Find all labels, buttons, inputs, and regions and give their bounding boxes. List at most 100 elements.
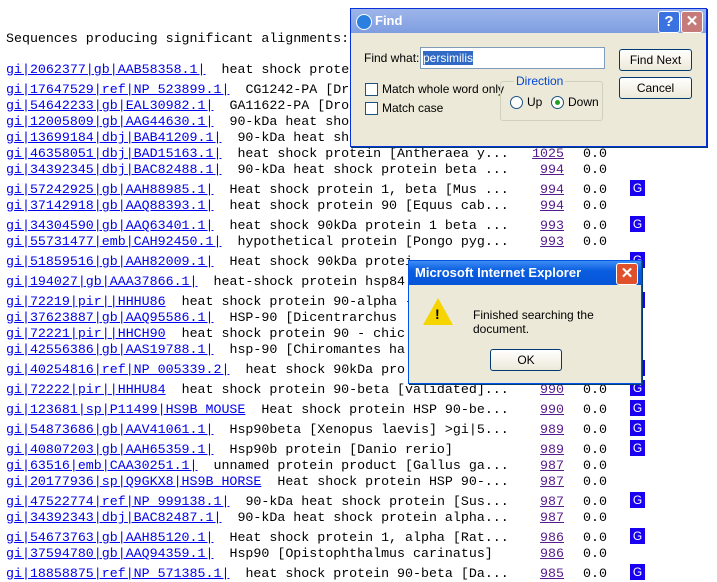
sequence-description: Heat shock 90kDa protei (229, 254, 413, 269)
help-button[interactable]: ? (658, 11, 680, 33)
find-title-bar[interactable]: Find ? ✕ (351, 9, 706, 33)
sequence-id-link[interactable]: gi|51859516|gb|AAH82009.1| (6, 254, 213, 269)
score-link[interactable]: 987 (506, 458, 564, 474)
sequence-id-link[interactable]: gi|18858875|ref|NP_571385.1| (6, 566, 229, 581)
sequence-id-link[interactable]: gi|2062377|gb|AAB58358.1| (6, 62, 206, 77)
table-row: gi|54873686|gb|AAV41061.1| Hsp90beta [Xen… (6, 420, 706, 438)
table-row: gi|34304590|gb|AAQ63401.1| heat shock 90k… (6, 216, 706, 234)
sequence-id-link[interactable]: gi|13699184|dbj|BAB41209.1| (6, 130, 221, 145)
sequence-id-link[interactable]: gi|72221|pir||HHCH90 (6, 326, 166, 341)
sequence-description: Hsp90b protein [Danio rerio] (229, 442, 453, 457)
sequence-id-link[interactable]: gi|34304590|gb|AAQ63401.1| (6, 218, 213, 233)
score-link[interactable]: 994 (506, 198, 564, 214)
score-link[interactable]: 1025 (506, 146, 564, 162)
sequence-id-link[interactable]: gi|17647529|ref|NP_523899.1| (6, 82, 229, 97)
up-label[interactable]: Up (527, 95, 542, 109)
sequence-id-link[interactable]: gi|72222|pir||HHHU84 (6, 382, 166, 397)
find-what-label: Find what: (364, 51, 420, 65)
find-dialog: Find ? ✕ Find what: persimilis Match who… (350, 8, 707, 147)
find-next-button[interactable]: Find Next (619, 49, 692, 71)
score-link[interactable]: 989 (506, 422, 564, 438)
score-link[interactable]: 989 (506, 442, 564, 458)
sequence-id-link[interactable]: gi|40807203|gb|AAH65359.1| (6, 442, 213, 457)
sequence-id-link[interactable]: gi|37623887|gb|AAQ95586.1| (6, 310, 213, 325)
gene-link-icon[interactable]: G (630, 180, 645, 196)
gene-link-icon[interactable]: G (630, 420, 645, 436)
down-label[interactable]: Down (568, 95, 599, 109)
sequence-id-link[interactable]: gi|40254816|ref|NP_005339.2| (6, 362, 229, 377)
score-link[interactable]: 993 (506, 234, 564, 250)
sequence-id-link[interactable]: gi|20177936|sp|Q9GKX8|HS9B_HORSE (6, 474, 261, 489)
e-value: 0.0 (583, 422, 607, 437)
gene-link-icon[interactable]: G (630, 216, 645, 232)
find-what-value: persimilis (423, 51, 474, 65)
sequence-description: 90-kDa heat shock protein alpha... (237, 510, 509, 525)
e-value: 0.0 (583, 402, 607, 417)
e-value: 0.0 (583, 458, 607, 473)
match-case-checkbox[interactable] (365, 102, 378, 115)
e-value: 0.0 (583, 442, 607, 457)
sequence-id-link[interactable]: gi|46358051|dbj|BAD15163.1| (6, 146, 221, 161)
gene-link-icon[interactable]: G (630, 528, 645, 544)
e-value: 0.0 (583, 162, 607, 177)
score-link[interactable]: 987 (506, 510, 564, 526)
sequence-description: heat shock protein [Antheraea y... (237, 146, 509, 161)
ok-button[interactable]: OK (490, 349, 562, 371)
score-link[interactable]: 994 (506, 162, 564, 178)
score-link[interactable]: 987 (506, 474, 564, 490)
sequence-id-link[interactable]: gi|34392343|dbj|BAC82487.1| (6, 510, 221, 525)
match-case-label[interactable]: Match case (382, 101, 443, 115)
match-whole-word-label[interactable]: Match whole word only (382, 82, 504, 96)
score-link[interactable]: 985 (506, 566, 564, 582)
sequence-description: heat shock protein 90-alpha - (181, 294, 413, 309)
sequence-id-link[interactable]: gi|37142918|gb|AAQ88393.1| (6, 198, 213, 213)
sequence-id-link[interactable]: gi|63516|emb|CAA30251.1| (6, 458, 198, 473)
sequence-id-link[interactable]: gi|72219|pir||HHHU86 (6, 294, 166, 309)
sequence-id-link[interactable]: gi|34392345|dbj|BAC82488.1| (6, 162, 221, 177)
score-link[interactable]: 986 (506, 530, 564, 546)
gene-link-icon[interactable]: G (630, 400, 645, 416)
e-value: 0.0 (583, 474, 607, 489)
sequence-description: 90-kDa heat sho (229, 114, 350, 129)
score-link[interactable]: 987 (506, 494, 564, 510)
score-link[interactable]: 990 (506, 382, 564, 398)
sequence-id-link[interactable]: gi|12005809|gb|AAG44630.1| (6, 114, 213, 129)
sequence-description: GA11622-PA [Dro (229, 98, 350, 113)
table-row: gi|123681|sp|P11499|HS9B_MOUSE Heat shock… (6, 400, 706, 418)
sequence-description: Heat shock protein HSP 90-be... (261, 402, 509, 417)
score-link[interactable]: 994 (506, 182, 564, 198)
sequence-id-link[interactable]: gi|55731477|emb|CAH92450.1| (6, 234, 221, 249)
up-radio[interactable] (510, 96, 523, 109)
sequence-id-link[interactable]: gi|47522774|ref|NP_999138.1| (6, 494, 229, 509)
sequence-id-link[interactable]: gi|57242925|gb|AAH88985.1| (6, 182, 213, 197)
score-link[interactable]: 986 (506, 546, 564, 562)
down-radio[interactable] (551, 96, 564, 109)
sequence-description: heat shock protein 90 [Equus cab... (229, 198, 509, 213)
alert-title-bar[interactable]: Microsoft Internet Explorer ✕ (409, 261, 641, 285)
find-what-input[interactable]: persimilis (420, 47, 605, 69)
table-row: gi|34392345|dbj|BAC82488.1| 90-kDa heat s… (6, 162, 706, 178)
table-row: gi|46358051|dbj|BAD15163.1| heat shock pr… (6, 146, 706, 162)
table-row: gi|34392343|dbj|BAC82487.1| 90-kDa heat s… (6, 510, 706, 526)
sequence-description: heat shock protein 90 - chic (181, 326, 406, 341)
sequence-id-link[interactable]: gi|194027|gb|AAA37866.1| (6, 274, 198, 289)
match-whole-word-checkbox[interactable] (365, 83, 378, 96)
sequence-id-link[interactable]: gi|42556386|gb|AAS19788.1| (6, 342, 213, 357)
score-link[interactable]: 993 (506, 218, 564, 234)
score-link[interactable]: 990 (506, 402, 564, 418)
gene-link-icon[interactable]: G (630, 492, 645, 508)
sequence-id-link[interactable]: gi|54642233|gb|EAL30982.1| (6, 98, 213, 113)
close-button[interactable]: ✕ (681, 11, 703, 33)
e-value: 0.0 (583, 198, 607, 213)
alert-close-button[interactable]: ✕ (616, 263, 638, 285)
cancel-button[interactable]: Cancel (619, 77, 692, 99)
sequence-id-link[interactable]: gi|123681|sp|P11499|HS9B_MOUSE (6, 402, 245, 417)
sequence-description: heat-shock protein hsp84 (213, 274, 406, 289)
sequence-description: CG1242-PA [Dr (245, 82, 350, 97)
sequence-id-link[interactable]: gi|54673763|gb|AAH85120.1| (6, 530, 213, 545)
sequence-id-link[interactable]: gi|37594780|gb|AAQ94359.1| (6, 546, 213, 561)
gene-link-icon[interactable]: G (630, 440, 645, 456)
sequence-description: heat shock 90kDa pro (245, 362, 406, 377)
sequence-id-link[interactable]: gi|54873686|gb|AAV41061.1| (6, 422, 213, 437)
gene-link-icon[interactable]: G (630, 564, 645, 580)
